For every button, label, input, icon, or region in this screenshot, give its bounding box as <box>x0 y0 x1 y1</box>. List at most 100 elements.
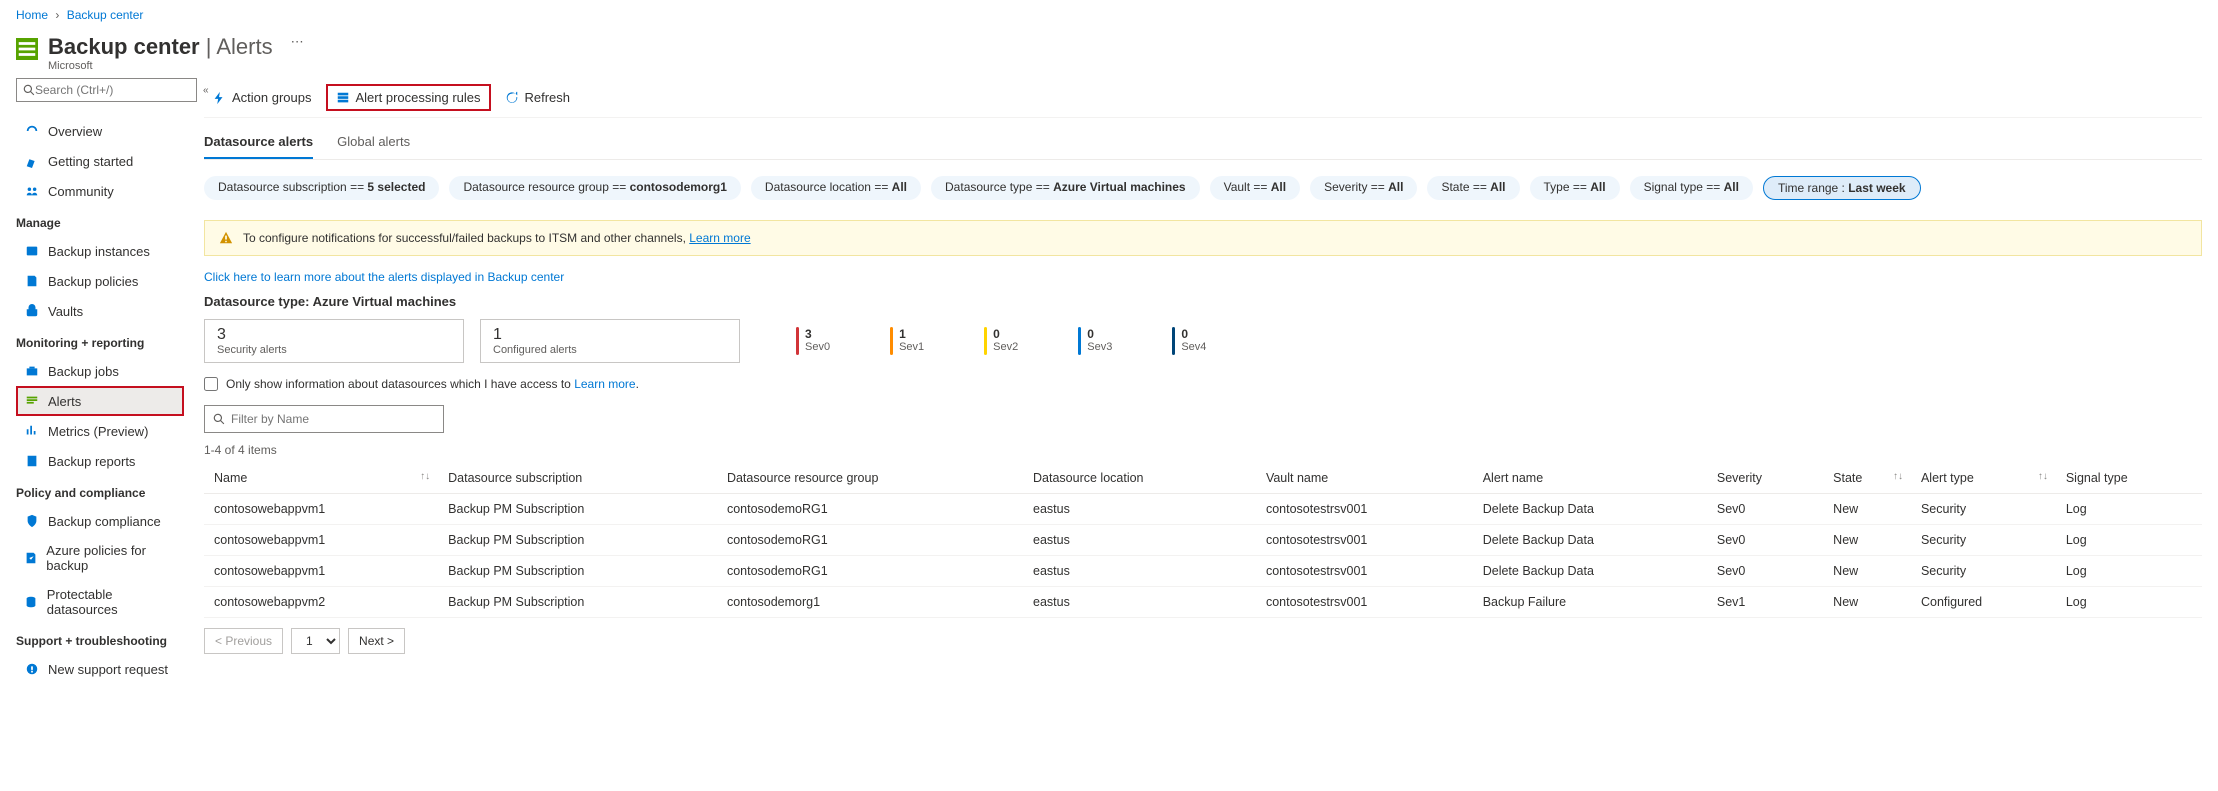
backup-jobs-icon <box>24 363 40 379</box>
nav-heading: Manage <box>16 216 184 230</box>
sidebar-item-getting-started[interactable]: Getting started <box>16 146 184 176</box>
severity-bar-icon <box>796 327 799 355</box>
filter-pill-state[interactable]: State == All <box>1427 176 1519 200</box>
col-name[interactable]: Name <box>204 463 438 494</box>
result-count: 1-4 of 4 items <box>204 443 2202 457</box>
getting-started-icon <box>24 153 40 169</box>
breadcrumb: Home › Backup center <box>16 8 2202 22</box>
community-icon <box>24 183 40 199</box>
sidebar-item-label: Metrics (Preview) <box>48 424 148 439</box>
col-alert-name[interactable]: Alert name <box>1473 463 1707 494</box>
search-input[interactable] <box>35 83 190 97</box>
filter-pill-signal-type[interactable]: Signal type == All <box>1630 176 1753 200</box>
sidebar-item-label: Alerts <box>48 394 81 409</box>
sidebar-item-backup-instances[interactable]: Backup instances <box>16 236 184 266</box>
info-banner: To configure notifications for successfu… <box>204 220 2202 256</box>
filter-pill-vault[interactable]: Vault == All <box>1210 176 1301 200</box>
search-icon <box>23 84 35 96</box>
sidebar-item-label: Protectable datasources <box>47 587 176 617</box>
tab-datasource-alerts[interactable]: Datasource alerts <box>204 128 313 159</box>
filter-pill-time-range[interactable]: Time range : Last week <box>1763 176 1921 200</box>
sidebar-item-alerts[interactable]: Alerts <box>16 386 184 416</box>
sidebar-item-backup-policies[interactable]: Backup policies <box>16 266 184 296</box>
severity-bar-icon <box>984 327 987 355</box>
form-icon <box>336 91 350 105</box>
new-support-request-icon <box>24 661 40 677</box>
filter-name-input[interactable] <box>231 412 435 426</box>
col-alert-type[interactable]: Alert type <box>1911 463 2056 494</box>
filter-pill-datasource-location[interactable]: Datasource location == All <box>751 176 921 200</box>
col-signal-type[interactable]: Signal type <box>2056 463 2202 494</box>
col-location[interactable]: Datasource location <box>1023 463 1256 494</box>
col-subscription[interactable]: Datasource subscription <box>438 463 717 494</box>
filter-pill-type[interactable]: Type == All <box>1530 176 1620 200</box>
sidebar-item-metrics-preview-[interactable]: Metrics (Preview) <box>16 416 184 446</box>
refresh-icon <box>505 91 519 105</box>
configured-alerts-card[interactable]: 1 Configured alerts <box>480 319 740 363</box>
sidebar-item-protectable-datasources[interactable]: Protectable datasources <box>16 580 184 624</box>
backup-reports-icon <box>24 453 40 469</box>
action-groups-button[interactable]: Action groups <box>204 86 320 109</box>
filter-name-box[interactable] <box>204 405 444 433</box>
backup-instances-icon <box>24 243 40 259</box>
alerts-icon <box>24 393 40 409</box>
table-row[interactable]: contosowebappvm2Backup PM Subscriptionco… <box>204 587 2202 618</box>
nav-heading: Policy and compliance <box>16 486 184 500</box>
sidebar-item-label: Community <box>48 184 114 199</box>
severity-sev3[interactable]: 0Sev3 <box>1078 327 1112 355</box>
sidebar-item-backup-reports[interactable]: Backup reports <box>16 446 184 476</box>
sidebar-item-label: Getting started <box>48 154 133 169</box>
sidebar-item-label: Backup compliance <box>48 514 161 529</box>
col-state[interactable]: State <box>1823 463 1911 494</box>
refresh-button[interactable]: Refresh <box>497 86 579 109</box>
filter-pill-datasource-resource-group[interactable]: Datasource resource group == contosodemo… <box>449 176 740 200</box>
table-row[interactable]: contosowebappvm1Backup PM Subscriptionco… <box>204 494 2202 525</box>
alert-processing-rules-button[interactable]: Alert processing rules <box>326 84 491 111</box>
search-icon <box>213 413 225 425</box>
backup-policies-icon <box>24 273 40 289</box>
protectable-datasources-icon <box>24 594 39 610</box>
breadcrumb-home[interactable]: Home <box>16 8 48 22</box>
search-box[interactable] <box>16 78 197 102</box>
only-my-access-label: Only show information about datasources … <box>226 377 639 391</box>
severity-sev1[interactable]: 1Sev1 <box>890 327 924 355</box>
breadcrumb-current[interactable]: Backup center <box>67 8 144 22</box>
filter-pill-datasource-type[interactable]: Datasource type == Azure Virtual machine… <box>931 176 1200 200</box>
filter-pill-severity[interactable]: Severity == All <box>1310 176 1417 200</box>
azure-policies-for-backup-icon <box>24 550 38 566</box>
sidebar-item-label: Backup jobs <box>48 364 119 379</box>
sidebar-item-label: Backup instances <box>48 244 150 259</box>
col-vault[interactable]: Vault name <box>1256 463 1473 494</box>
col-severity[interactable]: Severity <box>1707 463 1823 494</box>
security-alerts-card[interactable]: 3 Security alerts <box>204 319 464 363</box>
tab-global-alerts[interactable]: Global alerts <box>337 128 410 159</box>
sidebar-item-community[interactable]: Community <box>16 176 184 206</box>
col-resource-group[interactable]: Datasource resource group <box>717 463 1023 494</box>
lightning-icon <box>212 91 226 105</box>
only-my-access-learn-link[interactable]: Learn more <box>574 377 635 391</box>
pager-page-select[interactable]: 1 <box>291 628 340 654</box>
sidebar-item-new-support-request[interactable]: New support request <box>16 654 184 684</box>
severity-sev4[interactable]: 0Sev4 <box>1172 327 1206 355</box>
table-row[interactable]: contosowebappvm1Backup PM Subscriptionco… <box>204 525 2202 556</box>
metrics-preview--icon <box>24 423 40 439</box>
more-menu-icon[interactable]: ⋯ <box>291 34 304 50</box>
sidebar-item-label: Vaults <box>48 304 83 319</box>
page-title: Backup center | Alerts <box>48 34 273 60</box>
sidebar-item-azure-policies-for-backup[interactable]: Azure policies for backup <box>16 536 184 580</box>
pager-prev-button[interactable]: < Previous <box>204 628 283 654</box>
table-row[interactable]: contosowebappvm1Backup PM Subscriptionco… <box>204 556 2202 587</box>
only-my-access-checkbox[interactable] <box>204 377 218 391</box>
sidebar-item-backup-jobs[interactable]: Backup jobs <box>16 356 184 386</box>
learn-more-alerts-link[interactable]: Click here to learn more about the alert… <box>204 268 2202 288</box>
severity-sev0[interactable]: 3Sev0 <box>796 327 830 355</box>
sidebar-item-overview[interactable]: Overview <box>16 116 184 146</box>
sidebar-item-label: Overview <box>48 124 102 139</box>
sidebar-item-backup-compliance[interactable]: Backup compliance <box>16 506 184 536</box>
pager-next-button[interactable]: Next > <box>348 628 405 654</box>
info-learn-more-link[interactable]: Learn more <box>689 231 750 245</box>
severity-sev2[interactable]: 0Sev2 <box>984 327 1018 355</box>
filter-pill-datasource-subscription[interactable]: Datasource subscription == 5 selected <box>204 176 439 200</box>
sidebar-item-vaults[interactable]: Vaults <box>16 296 184 326</box>
sidebar-item-label: Backup reports <box>48 454 135 469</box>
